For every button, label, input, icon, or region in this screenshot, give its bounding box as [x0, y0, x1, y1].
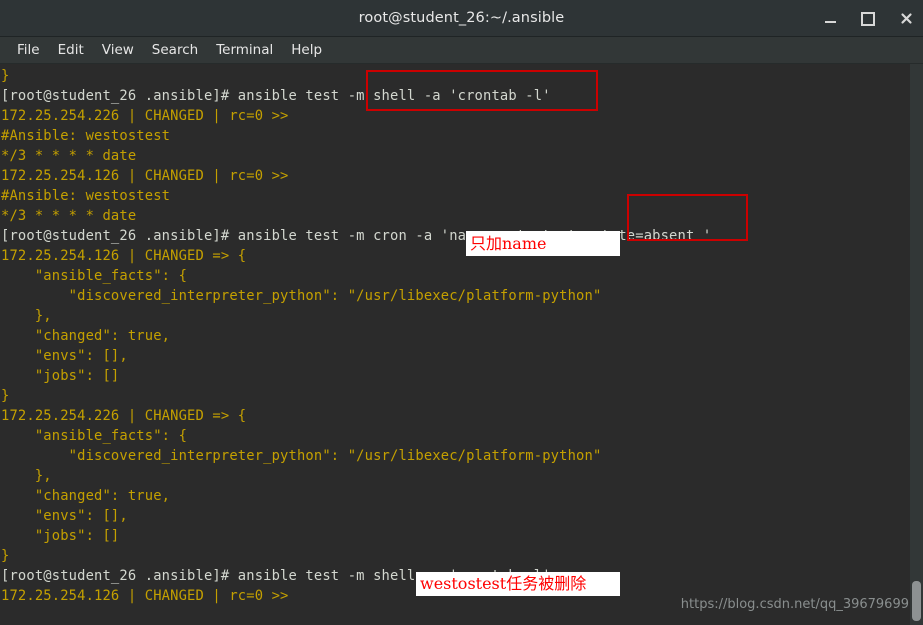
menu-item-terminal[interactable]: Terminal [207, 39, 282, 61]
terminal-output-line: "envs": [], [1, 348, 128, 364]
terminal-output-line: 172.25.254.126 | CHANGED => { [1, 248, 247, 264]
minimize-button[interactable] [821, 10, 839, 28]
terminal-prompt-line: [root@student_26 .ansible]# ansible test… [1, 88, 551, 104]
menu-item-view[interactable]: View [93, 39, 143, 61]
annotation-label-task-deleted: westostest任务被删除 [416, 572, 620, 596]
terminal-output-line: "ansible_facts": { [1, 428, 188, 444]
terminal-output-line: 172.25.254.226 | CHANGED => { [1, 408, 247, 424]
annotation-label-name-only: 只加name [466, 231, 620, 256]
terminal-screen[interactable]: } [root@student_26 .ansible]# ansible tes… [0, 64, 923, 625]
window-title: root@student_26:~/.ansible [358, 10, 565, 26]
terminal-output-line: "changed": true, [1, 328, 171, 344]
terminal-window: root@student_26:~/.ansible File Edit Vie… [0, 0, 923, 625]
terminal-output-line: #Ansible: westostest [1, 128, 171, 144]
terminal-output-line: 172.25.254.126 | CHANGED | rc=0 >> [1, 168, 289, 184]
terminal-output-line: "jobs": [] [1, 528, 120, 544]
menu-item-file[interactable]: File [8, 39, 49, 61]
terminal-output-line: #Ansible: westostest [1, 188, 171, 204]
watermark: https://blog.csdn.net/qq_39679699 [680, 597, 909, 612]
terminal-output-line: "envs": [], [1, 508, 128, 524]
terminal-prompt-line: [root@student_26 .ansible]# ansible test… [1, 228, 712, 244]
window-titlebar: root@student_26:~/.ansible [0, 0, 923, 37]
window-controls [821, 0, 915, 37]
terminal-output-line: "discovered_interpreter_python": "/usr/l… [1, 448, 602, 464]
terminal-output-line: "discovered_interpreter_python": "/usr/l… [1, 288, 602, 304]
terminal-output-line: "changed": true, [1, 488, 171, 504]
menubar: File Edit View Search Terminal Help [0, 37, 923, 64]
terminal-output-line: "ansible_facts": { [1, 268, 188, 284]
terminal-output-line: "jobs": [] [1, 368, 120, 384]
close-button[interactable] [897, 10, 915, 28]
menu-item-search[interactable]: Search [143, 39, 207, 61]
menu-item-help[interactable]: Help [282, 39, 331, 61]
terminal-output-line: */3 * * * * date [1, 208, 137, 224]
terminal-output-line: */3 * * * * date [1, 148, 137, 164]
menu-item-edit[interactable]: Edit [49, 39, 93, 61]
terminal-output-line: } [1, 68, 10, 84]
terminal-output-line: }, [1, 308, 52, 324]
maximize-button[interactable] [859, 10, 877, 28]
terminal-output-line: }, [1, 468, 52, 484]
terminal-output-line: } [1, 548, 10, 564]
scrollbar-thumb[interactable] [912, 581, 921, 621]
terminal-output: } [root@student_26 .ansible]# ansible tes… [0, 64, 905, 625]
terminal-scrollbar[interactable] [910, 64, 923, 625]
terminal-output-line: 172.25.254.226 | CHANGED | rc=0 >> [1, 108, 289, 124]
terminal-output-line: } [1, 388, 10, 404]
